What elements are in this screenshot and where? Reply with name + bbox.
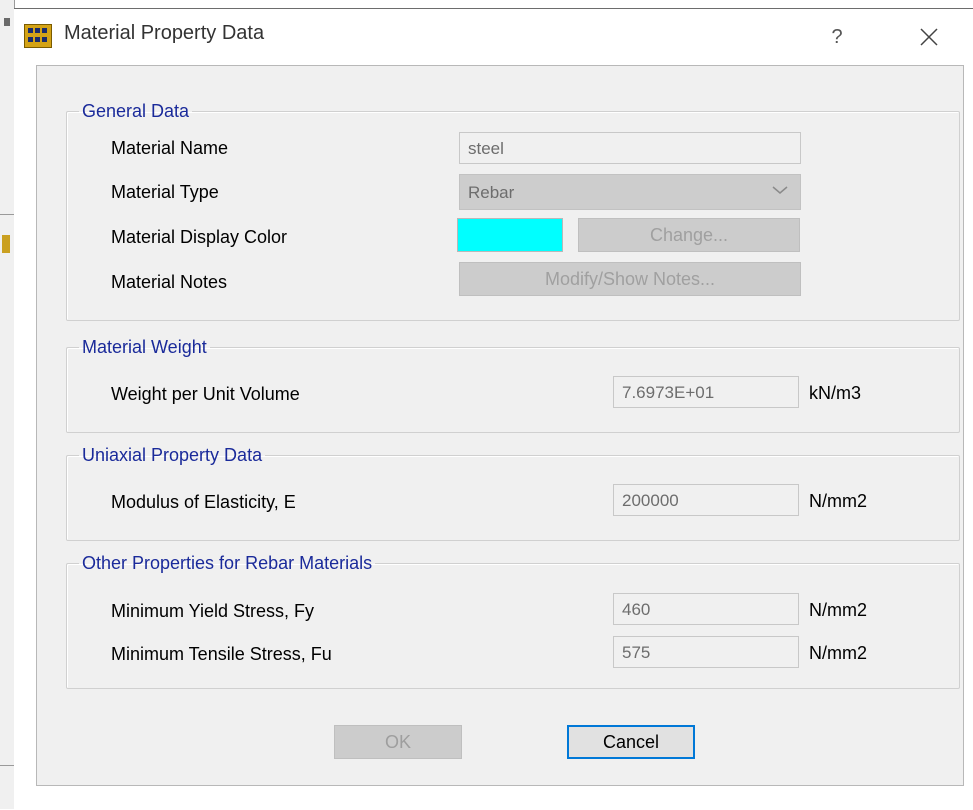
material-type-dropdown[interactable]: Rebar [459, 174, 801, 210]
display-color-label: Material Display Color [111, 227, 288, 247]
close-button[interactable] [909, 17, 949, 57]
parent-toolbar-mark [4, 18, 10, 26]
general-data-legend: General Data [82, 101, 190, 121]
yield-stress-unit: N/mm2 [809, 600, 867, 620]
material-type-value: Rebar [468, 183, 515, 202]
display-color-swatch [457, 218, 563, 252]
etabs-app-icon [24, 24, 52, 48]
modulus-of-elasticity-field[interactable]: 200000 [613, 484, 799, 516]
weight-unit: kN/m3 [809, 383, 862, 403]
parent-divider [0, 214, 14, 215]
modify-show-notes-button[interactable]: Modify/Show Notes... [459, 262, 801, 296]
title-bar[interactable]: Material Property Data ? [14, 9, 973, 65]
help-button[interactable]: ? [817, 17, 857, 57]
tensile-stress-unit: N/mm2 [809, 643, 867, 663]
parent-app-icon [2, 235, 10, 253]
dialog-client-area: General Data Material Name steel Materia… [36, 65, 964, 786]
min-yield-stress-label: Minimum Yield Stress, Fy [111, 601, 315, 621]
min-tensile-stress-field[interactable]: 575 [613, 636, 799, 668]
change-color-button[interactable]: Change... [578, 218, 800, 252]
material-name-field[interactable]: steel [459, 132, 801, 164]
dialog-title: Material Property Data [64, 22, 265, 44]
weight-per-unit-volume-field[interactable]: 7.6973E+01 [613, 376, 799, 408]
parent-divider-bottom [0, 765, 14, 766]
material-type-label: Material Type [111, 182, 219, 202]
parent-window-edge [0, 0, 15, 809]
material-notes-label: Material Notes [111, 272, 228, 292]
uniaxial-property-legend: Uniaxial Property Data [82, 445, 263, 465]
modulus-of-elasticity-label: Modulus of Elasticity, E [111, 492, 296, 512]
rebar-properties-legend: Other Properties for Rebar Materials [82, 553, 373, 573]
material-property-dialog: Material Property Data ? General Data Ma… [14, 8, 973, 810]
modulus-unit: N/mm2 [809, 491, 867, 511]
cancel-button[interactable]: Cancel [567, 725, 695, 759]
min-tensile-stress-label: Minimum Tensile Stress, Fu [111, 644, 332, 664]
min-yield-stress-field[interactable]: 460 [613, 593, 799, 625]
weight-per-unit-volume-label: Weight per Unit Volume [111, 384, 300, 404]
chevron-down-icon [772, 186, 788, 194]
ok-button[interactable]: OK [334, 725, 462, 759]
material-name-label: Material Name [111, 138, 229, 158]
material-weight-legend: Material Weight [82, 337, 207, 357]
close-icon [920, 28, 938, 46]
